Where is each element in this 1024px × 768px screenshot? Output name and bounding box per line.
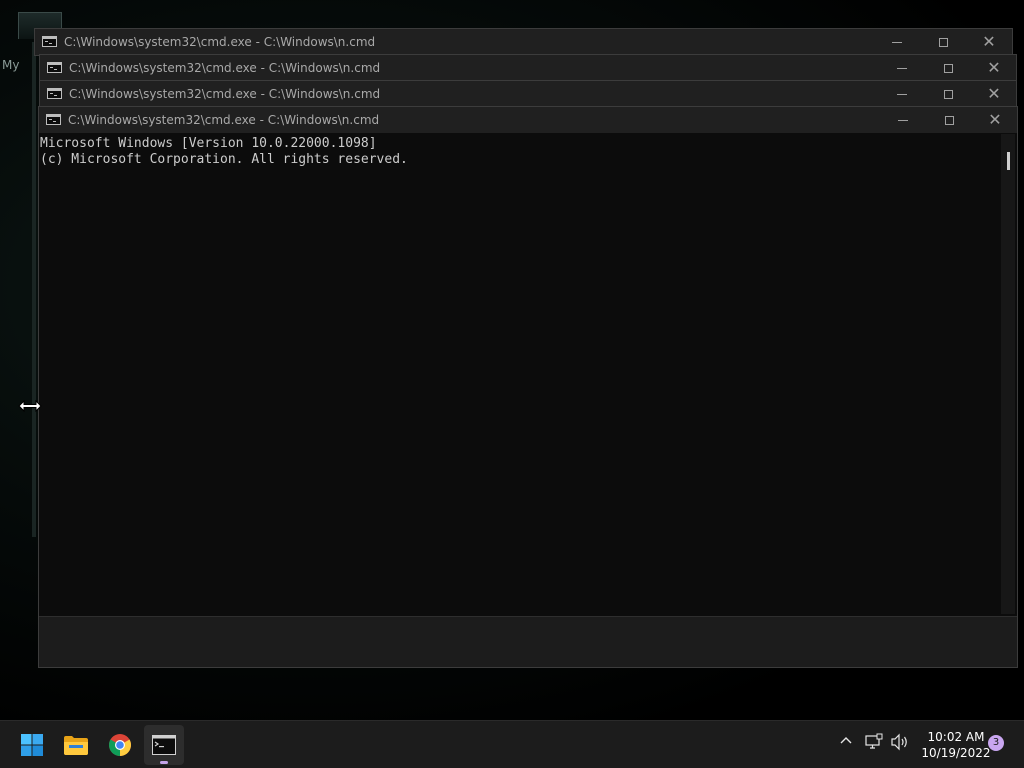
console-line: Microsoft Windows [Version 10.0.22000.10…	[40, 136, 377, 151]
close-icon: ✕	[987, 58, 1001, 77]
maximize-icon	[943, 89, 953, 99]
minimize-icon	[897, 93, 907, 95]
terminal-icon	[152, 735, 176, 755]
file-explorer-button[interactable]	[56, 725, 96, 765]
active-app-indicator	[160, 761, 168, 764]
network-icon	[865, 733, 883, 749]
chrome-icon	[109, 734, 131, 756]
vertical-scrollbar[interactable]	[1001, 134, 1015, 614]
speaker-icon	[891, 733, 907, 751]
maximize-icon	[943, 63, 953, 73]
resize-cursor-icon	[18, 399, 42, 413]
start-button[interactable]	[12, 725, 52, 765]
background-window-edge	[32, 42, 36, 537]
minimize-icon	[892, 41, 902, 43]
close-button[interactable]: ✕	[971, 81, 1017, 107]
cmd-app-icon	[47, 88, 62, 99]
desktop-label-fragment: My	[2, 58, 20, 72]
console-output[interactable]: Microsoft Windows [Version 10.0.22000.10…	[39, 134, 999, 614]
console-line: (c) Microsoft Corporation. All rights re…	[40, 152, 408, 167]
window-title: C:\Windows\system32\cmd.exe - C:\Windows…	[69, 87, 381, 101]
title-bar[interactable]: C:\Windows\system32\cmd.exe - C:\Windows…	[40, 55, 1016, 81]
maximize-icon	[944, 115, 954, 125]
scrollbar-thumb[interactable]	[1007, 152, 1010, 170]
title-bar[interactable]: C:\Windows\system32\cmd.exe - C:\Windows…	[40, 81, 1016, 107]
cmd-window-2[interactable]: C:\Windows\system32\cmd.exe - C:\Windows…	[39, 54, 1017, 82]
minimize-button[interactable]	[879, 81, 925, 107]
maximize-icon	[938, 37, 948, 47]
chevron-up-icon	[840, 737, 852, 744]
close-icon: ✕	[982, 32, 996, 51]
minimize-icon	[897, 67, 907, 69]
maximize-button[interactable]	[926, 107, 972, 133]
clock-time: 10:02 AM	[927, 730, 985, 744]
maximize-button[interactable]	[925, 81, 971, 107]
window-title: C:\Windows\system32\cmd.exe - C:\Windows…	[69, 61, 381, 75]
title-bar[interactable]: C:\Windows\system32\cmd.exe - C:\Windows…	[35, 29, 1012, 55]
cmd-app-icon	[47, 62, 62, 73]
close-button[interactable]: ✕	[971, 55, 1017, 81]
cmd-window-active[interactable]: C:\Windows\system32\cmd.exe - C:\Windows…	[38, 106, 1018, 668]
volume-button[interactable]	[890, 733, 910, 755]
clock-button[interactable]: 10:02 AM 10/19/2022	[918, 729, 994, 761]
maximize-button[interactable]	[920, 29, 966, 55]
title-bar[interactable]: C:\Windows\system32\cmd.exe - C:\Windows…	[39, 107, 1017, 133]
show-hidden-icons-button[interactable]	[838, 733, 854, 753]
maximize-button[interactable]	[925, 55, 971, 81]
window-title: C:\Windows\system32\cmd.exe - C:\Windows…	[68, 113, 380, 127]
windows-logo-icon	[21, 734, 43, 756]
minimize-button[interactable]	[874, 29, 920, 55]
taskbar: 10:02 AM 10/19/2022	[0, 720, 1024, 768]
minimize-button[interactable]	[880, 107, 926, 133]
minimize-icon	[898, 119, 908, 121]
cmd-window-1[interactable]: C:\Windows\system32\cmd.exe - C:\Windows…	[34, 28, 1013, 56]
close-icon: ✕	[988, 110, 1002, 129]
cmd-app-icon	[46, 114, 61, 125]
notification-badge[interactable]: 3	[988, 735, 1004, 751]
command-prompt-button[interactable]	[144, 725, 184, 765]
minimize-button[interactable]	[879, 55, 925, 81]
clock-date: 10/19/2022	[921, 746, 991, 760]
desktop-background: My C:\Windows\system32\cmd.exe - C:\Wind…	[0, 0, 1024, 720]
cmd-window-3[interactable]: C:\Windows\system32\cmd.exe - C:\Windows…	[39, 80, 1017, 108]
network-button[interactable]	[864, 733, 884, 755]
chrome-button[interactable]	[100, 725, 140, 765]
close-button[interactable]: ✕	[966, 29, 1012, 55]
folder-icon	[64, 736, 88, 755]
close-button[interactable]: ✕	[972, 107, 1018, 133]
window-title: C:\Windows\system32\cmd.exe - C:\Windows…	[64, 35, 376, 49]
cmd-app-icon	[42, 36, 57, 47]
window-lower-area	[39, 616, 1017, 667]
close-icon: ✕	[987, 84, 1001, 103]
